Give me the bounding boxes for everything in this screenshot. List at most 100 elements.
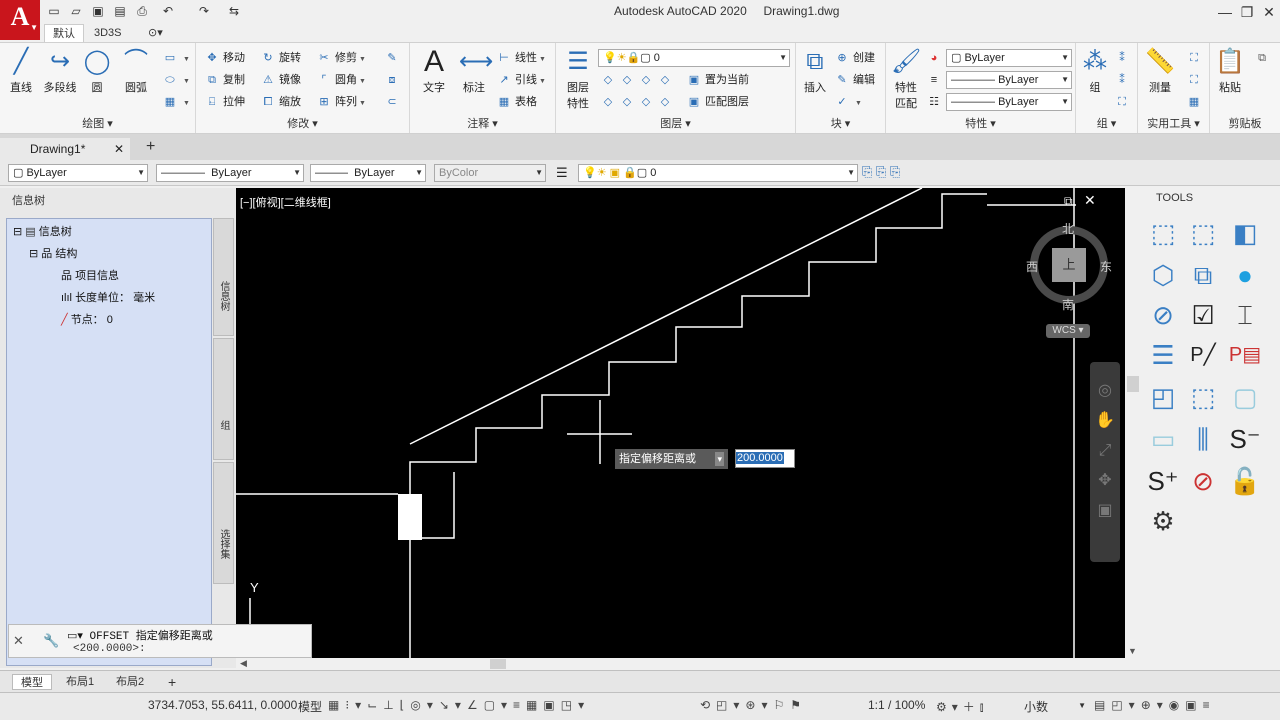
annotation-scale[interactable]: 1:1 / 100%: [868, 698, 925, 712]
rotate-button[interactable]: ↻ 旋转: [260, 49, 301, 67]
color-dropdown[interactable]: ▢ ByLayer ▼: [946, 49, 1072, 67]
scroll-down-icon[interactable]: ▼: [1128, 646, 1137, 656]
layers-panel-title[interactable]: 图层 ▾: [556, 115, 795, 131]
drafting-toggles[interactable]: ▦⁝▾⌙⊥⌊◎▾↘▾∠▢▾≡▦▣◳▾: [328, 698, 590, 712]
region-icon[interactable]: ◰: [1146, 380, 1180, 414]
properties-panel-title[interactable]: 特性 ▾: [886, 115, 1075, 131]
move-button[interactable]: ✥ 移动: [204, 49, 245, 67]
group-edit-icon[interactable]: ⁑: [1114, 71, 1133, 89]
annotation-panel-title[interactable]: 注释 ▾: [410, 115, 555, 131]
command-settings-icon[interactable]: 🔧: [43, 633, 59, 649]
command-line[interactable]: ✕ 🔧 ▭▾ OFFSET 指定偏移距离或 <200.0000>:: [8, 624, 312, 658]
hatch-icon[interactable]: ⬭ ▼: [162, 71, 190, 89]
side-tab-group[interactable]: 组: [213, 338, 234, 460]
navigation-bar[interactable]: ◎ ✋ ⤢ ✥ ▣: [1090, 362, 1120, 562]
status-right-icons[interactable]: ▤◰▾⊕▾◉▣≡: [1094, 698, 1216, 712]
create-block-button[interactable]: ⊕ 创建: [834, 49, 875, 67]
tab-3d3s[interactable]: 3D3S: [86, 24, 130, 42]
vertical-scrollbar[interactable]: ▼: [1125, 188, 1141, 658]
horizontal-scroll-thumb[interactable]: [490, 659, 506, 669]
scale-button[interactable]: ⧠ 缩放: [260, 93, 301, 111]
explode-icon[interactable]: ⧈: [384, 71, 403, 89]
close-tab-icon[interactable]: ✕: [114, 138, 124, 160]
color-wheel-icon[interactable]: ◕: [926, 49, 945, 67]
tab-layout1[interactable]: 布局1: [58, 674, 102, 690]
layer-properties-button[interactable]: ☰ 图层 特性: [560, 47, 596, 111]
measure-button[interactable]: 📏 测量: [1142, 47, 1178, 95]
leader-button[interactable]: ↗ 引线 ▼: [496, 71, 546, 89]
copy-button[interactable]: ⧉ 复制: [204, 71, 245, 89]
viewcube-top-face[interactable]: 上: [1052, 248, 1086, 282]
s-minus-icon[interactable]: S⁻: [1228, 422, 1262, 456]
edit-block-button[interactable]: ✎ 编辑: [834, 71, 875, 89]
box-outline-icon[interactable]: ⬚: [1186, 216, 1220, 250]
group-button[interactable]: ⁂ 组: [1078, 47, 1112, 95]
tab-default[interactable]: 默认: [44, 24, 84, 42]
layers-stack-icon[interactable]: ☰: [1146, 338, 1180, 372]
viewport-close-icon[interactable]: ✕: [1084, 192, 1096, 209]
coordinates-display[interactable]: 3734.7053, 55.6411, 0.0000: [148, 698, 297, 712]
redo-icon[interactable]: ↷: [196, 3, 212, 19]
save-icon[interactable]: ▣: [90, 3, 106, 19]
viewcube-east[interactable]: 东: [1100, 258, 1112, 275]
tree-node-project-info[interactable]: 品 项目信息: [61, 267, 119, 283]
paste-button[interactable]: 📋 粘贴: [1212, 47, 1248, 95]
close-window-icon[interactable]: ✕: [1256, 2, 1280, 22]
check-icon[interactable]: ☑: [1186, 298, 1220, 332]
units-dropdown[interactable]: 小数 ▼: [1024, 698, 1086, 715]
annotation-toggles[interactable]: ⟲◰▾⊛▾⚐⚑: [700, 698, 807, 712]
line-button[interactable]: ╱ 直线: [4, 47, 38, 95]
layer-tools-row-1[interactable]: ◇ ◇ ◇ ◇: [600, 71, 676, 89]
drawing-canvas[interactable]: [−][俯视][二维线框] Y 指定偏移距离或 ▾ 200.0000 ⧉ ✕ 上 …: [236, 188, 1125, 658]
empty-region-icon[interactable]: ▢: [1228, 380, 1262, 414]
plot-icon[interactable]: ⎙: [134, 3, 150, 19]
tree-node-nodes[interactable]: ╱ 节点： 0: [61, 311, 113, 327]
panel-icon[interactable]: ▭: [1146, 422, 1180, 456]
save-as-icon[interactable]: ▤: [112, 3, 128, 19]
utilities-panel-title[interactable]: 实用工具 ▾: [1138, 115, 1209, 131]
split-icon[interactable]: ⫼: [1186, 422, 1220, 456]
lineweight-dropdown[interactable]: ———— ByLayer ▼: [946, 93, 1072, 111]
revolve-icon[interactable]: ⊘: [1146, 298, 1180, 332]
vertical-scroll-thumb[interactable]: [1127, 376, 1139, 392]
command-close-icon[interactable]: ✕: [13, 633, 24, 649]
dashed-region-icon[interactable]: ⬚: [1186, 380, 1220, 414]
tree-node-root[interactable]: ⊟ ▤ 信息树: [13, 223, 72, 239]
prop-linetype-dropdown[interactable]: ———— ByLayer ▼: [156, 164, 304, 182]
layer-manager-icon[interactable]: ☰: [556, 165, 568, 181]
no-entry-icon[interactable]: ⊘: [1186, 464, 1220, 498]
erase-icon[interactable]: ✎: [384, 49, 403, 67]
match-layer-button[interactable]: ▣ 匹配图层: [686, 93, 749, 111]
draw-panel-title[interactable]: 绘图 ▾: [0, 115, 195, 131]
offset-distance-input[interactable]: 200.0000: [735, 449, 795, 468]
viewcube-west[interactable]: 西: [1026, 258, 1038, 275]
tree-node-structure[interactable]: ⊟ 品 结构: [29, 245, 77, 261]
tab-drawing1[interactable]: Drawing1* ✕: [0, 138, 130, 160]
undo-icon[interactable]: ↶: [160, 3, 176, 19]
share-icon[interactable]: ⇆: [226, 3, 242, 19]
layer-tools-row-2[interactable]: ◇ ◇ ◇ ◇: [600, 93, 676, 111]
group-select-icon[interactable]: ⛶: [1114, 93, 1133, 111]
clipboard-panel-title[interactable]: 剪贴板: [1210, 115, 1280, 131]
application-menu-button[interactable]: A ▼: [0, 0, 40, 40]
cube-3d-icon[interactable]: ⬡: [1146, 258, 1180, 292]
viewcube-south[interactable]: 南: [1062, 296, 1074, 313]
plotstyle-dropdown[interactable]: ByColor ▼: [434, 164, 546, 182]
set-current-button[interactable]: ▣ 置为当前: [686, 71, 749, 89]
match-properties-button[interactable]: 🖌 特性 匹配: [888, 47, 924, 111]
select-all-icon[interactable]: ⛶: [1186, 71, 1205, 89]
workspace-switch-icon[interactable]: ⊙▾: [140, 24, 171, 42]
unlock-icon[interactable]: 🔓: [1228, 464, 1262, 498]
linear-button[interactable]: ⊢ 线性 ▼: [496, 49, 546, 67]
stretch-button[interactable]: ⍇ 拉伸: [204, 93, 245, 111]
tree-node-length-unit[interactable]: ılıl 长度单位： 毫米: [61, 289, 155, 305]
polyline-button[interactable]: ↪ 多段线: [40, 47, 80, 95]
layer-dropdown[interactable]: 💡☀🔒▢ 0 ▼: [598, 49, 790, 67]
prop-color-dropdown[interactable]: ▢ ByLayer ▼: [8, 164, 148, 182]
insert-button[interactable]: ⧉ 插入: [798, 47, 832, 95]
prop-layer-dropdown[interactable]: 💡☀ ▣ 🔒▢ 0 ▼: [578, 164, 858, 182]
new-file-icon[interactable]: ▭: [46, 3, 62, 19]
text-button[interactable]: A 文字: [416, 47, 452, 95]
workspace-toggles[interactable]: ⚙▾＋⫾: [936, 698, 989, 715]
calculator-icon[interactable]: ▦: [1186, 93, 1205, 111]
